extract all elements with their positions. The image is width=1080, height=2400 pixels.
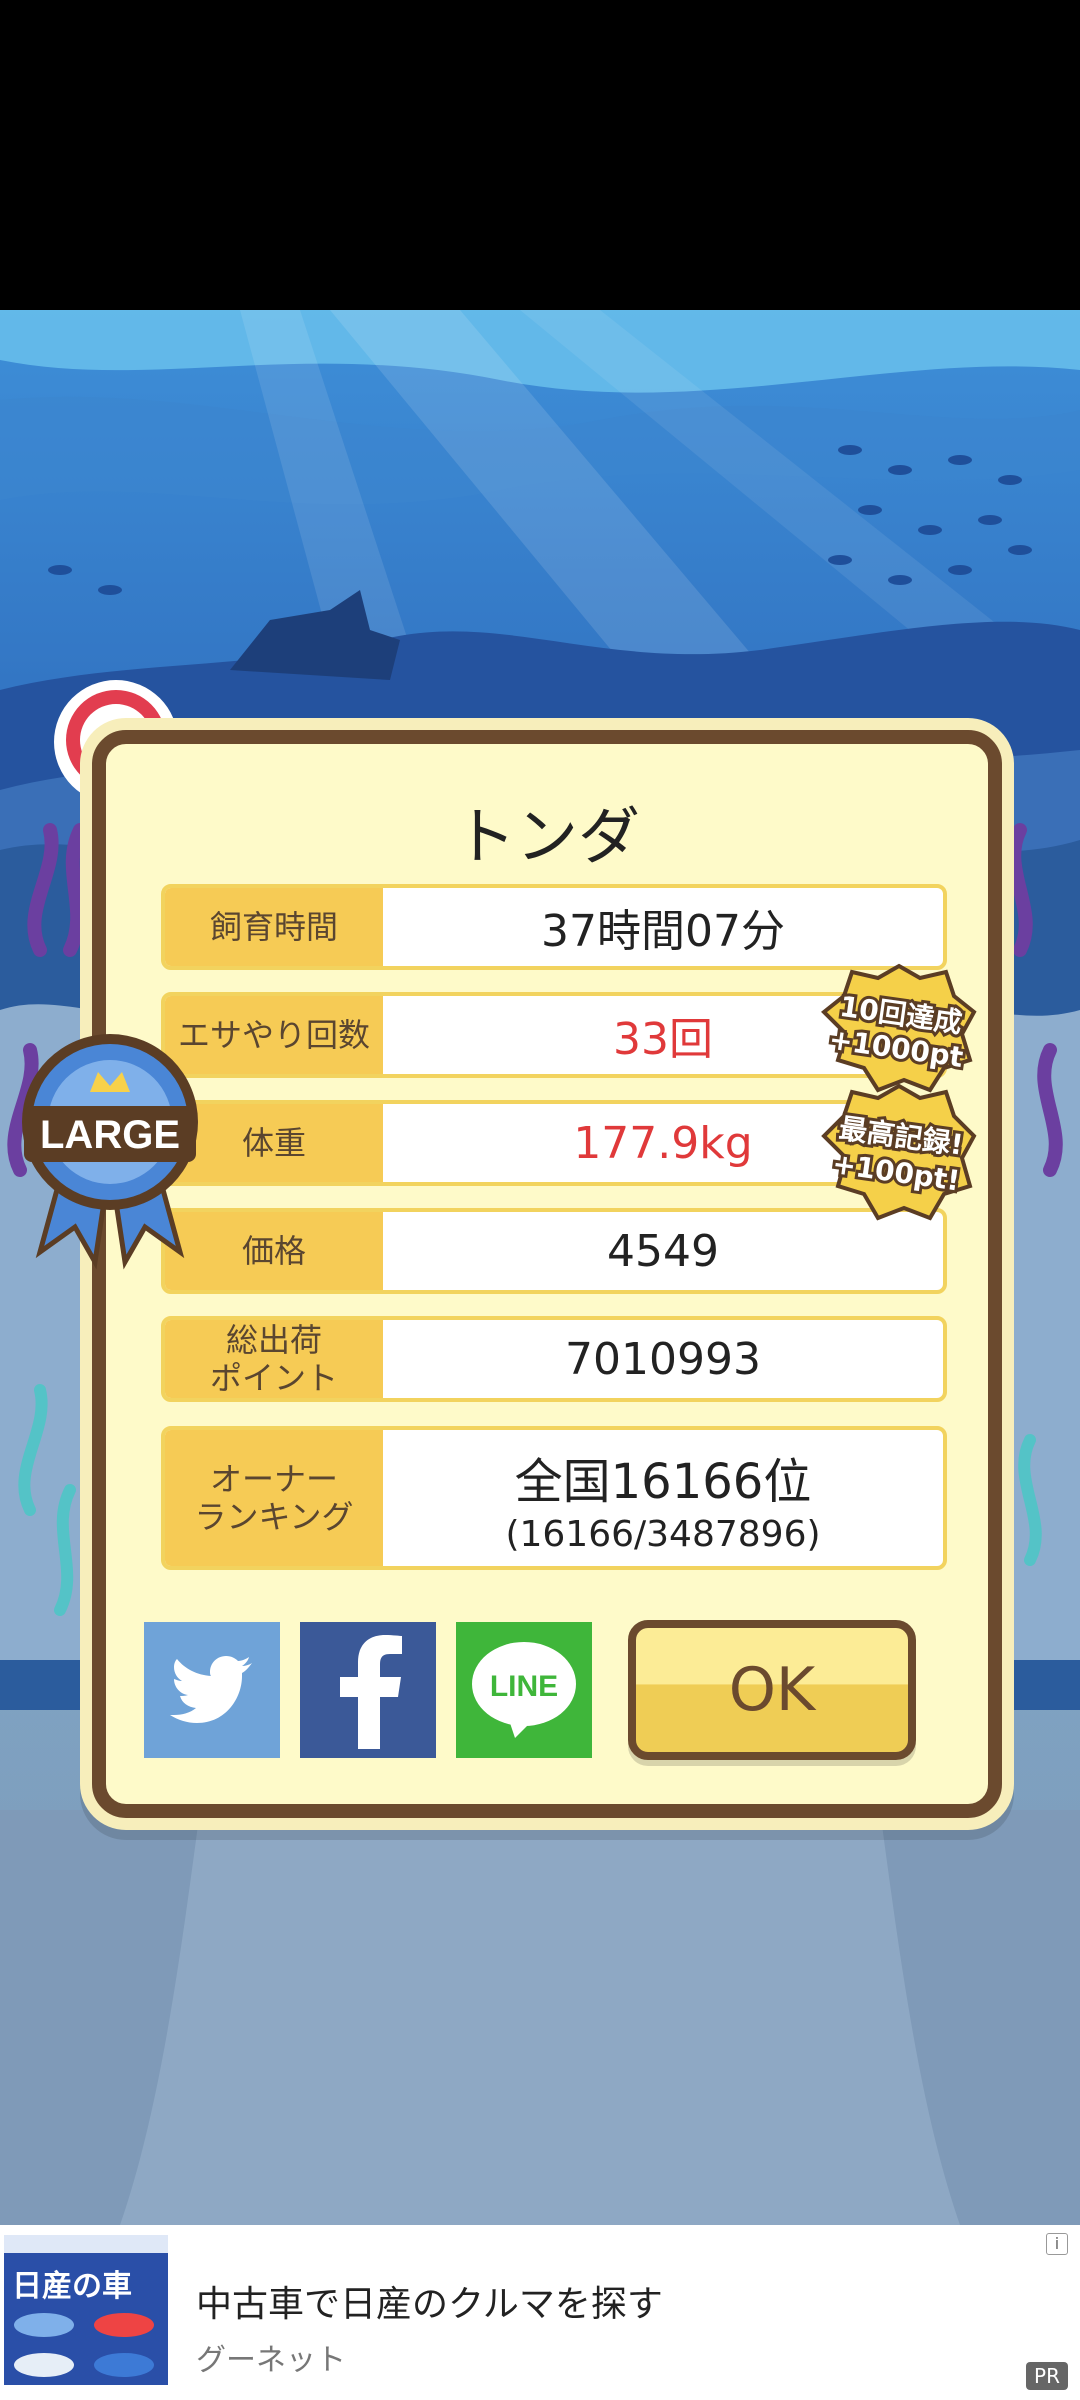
bonus-badge-feed: 10回達成 +1000pt [820,962,978,1094]
ad-title[interactable]: 中古車で日産のクルマを探す [196,2275,663,2327]
seal-badge-icon: 10回達成 +1000pt [821,963,977,1093]
stat-label: オーナー ランキング [165,1430,383,1566]
stat-label: 総出荷 ポイント [165,1320,383,1398]
ad-source: グーネット [196,2343,346,2378]
bonus-badge-record: 最高記録! +100pt! [820,1082,978,1222]
stat-value: 4549 [607,1225,719,1277]
line-icon: LINE [472,1642,576,1738]
line-text: LINE [490,1670,558,1703]
info-icon[interactable]: i [1046,2233,1068,2255]
size-label: LARGE [40,1113,180,1157]
top-black-bar [0,0,1080,310]
stat-row-owner-ranking: オーナー ランキング 全国16166位 (16166/3487896) [161,1426,947,1570]
large-size-ribbon: LARGE [20,1022,200,1272]
ribbon-icon: LARGE [22,1034,198,1270]
seal-badge-icon: 最高記録! +100pt! [821,1083,977,1221]
stat-value: 7010993 [565,1333,761,1385]
stat-row-breeding-time: 飼育時間 37時間07分 [161,884,947,970]
facebook-icon [340,1635,402,1749]
twitter-icon [170,1656,252,1723]
stat-row-total-points: 総出荷 ポイント 7010993 [161,1316,947,1402]
line-share-button[interactable]: LINE [456,1622,592,1758]
facebook-share-button[interactable] [300,1622,436,1758]
ranking-detail: (16166/3487896) [505,1513,821,1555]
ad-banner[interactable]: 日産の車 中古車で日産のクルマを探す グーネット i PR [0,2225,1080,2400]
stat-value: 37時間07分 [541,906,785,957]
result-dialog: トンダ 飼育時間 37時間07分 エサやり回数 33回 体重 177.9kg 価… [92,730,1002,1818]
ranking-value: 全国16166位 (16166/3487896) [383,1430,943,1566]
fish-name-title: トンダ [453,800,640,873]
ad-pr-badge: PR [1026,2362,1068,2390]
ok-button[interactable]: OK [628,1620,916,1760]
twitter-share-button[interactable] [144,1622,280,1758]
stat-label: 飼育時間 [165,888,383,966]
car-image [4,2235,168,2377]
ranking-position: 全国16166位 [514,1453,812,1510]
ad-thumbnail[interactable]: 日産の車 [4,2235,168,2385]
